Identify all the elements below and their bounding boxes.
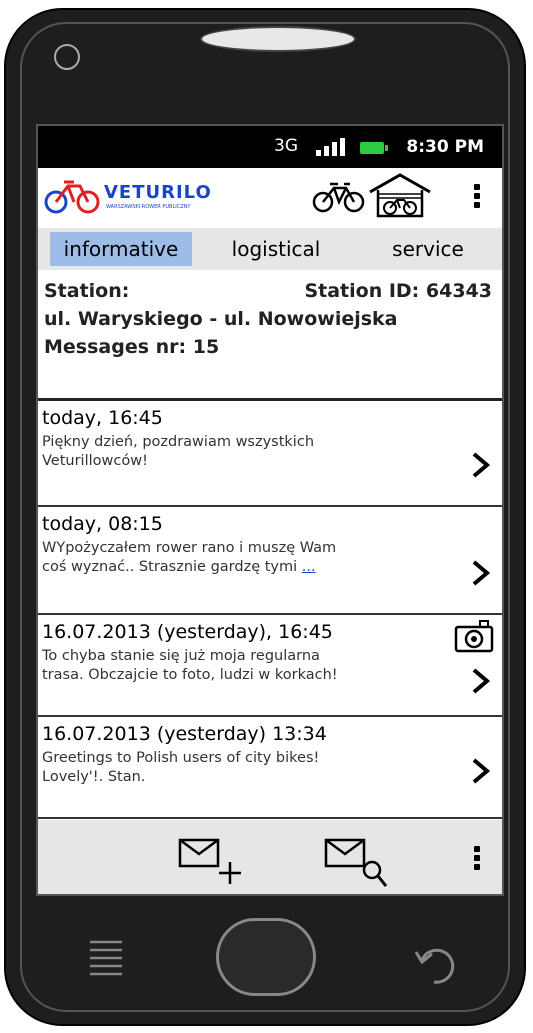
station-header: Station: Station ID: 64343 ul. Waryskieg… — [38, 270, 502, 401]
message-item[interactable]: today, 16:45 Piękny dzień, pozdrawiam ws… — [38, 401, 502, 507]
message-text: To chyba stanie się już moja regularna tr… — [42, 648, 338, 683]
tab-informative[interactable]: informative — [50, 232, 192, 266]
station-id: Station ID: 64343 — [304, 280, 492, 302]
chevron-right-icon[interactable] — [470, 559, 492, 587]
new-message-icon[interactable] — [178, 838, 258, 886]
message-date: 16.07.2013 (yesterday), 16:45 — [42, 621, 333, 643]
message-date: today, 08:15 — [42, 513, 163, 535]
message-date: today, 16:45 — [42, 407, 163, 429]
logo-bike-icon — [44, 180, 100, 214]
earpiece-speaker — [200, 26, 356, 52]
signal-icon — [316, 138, 345, 156]
message-text: Piękny dzień, pozdrawiam wszystkich Vetur… — [42, 434, 315, 469]
overflow-menu-icon[interactable] — [474, 846, 480, 873]
home-button[interactable] — [216, 918, 316, 996]
tab-bar: informative logistical service — [38, 228, 502, 270]
bottom-action-bar — [38, 820, 502, 894]
app-screen: 3G 8:30 PM VETURILO WARSZAWSKI ROWER PUB… — [36, 124, 504, 896]
status-bar: 3G 8:30 PM — [38, 126, 502, 168]
message-item[interactable]: today, 08:15 WYpożyczałem rower rano i m… — [38, 507, 502, 615]
chevron-right-icon[interactable] — [470, 451, 492, 479]
bike-icon[interactable] — [312, 180, 366, 214]
message-item[interactable]: 16.07.2013 (yesterday) 13:34 Greetings t… — [38, 717, 502, 819]
message-text: WYpożyczałem rower rano i muszę Wam coś … — [42, 540, 337, 575]
menu-key-icon[interactable] — [88, 938, 124, 982]
logo-subtext: WARSZAWSKI ROWER PUBLICZNY — [106, 204, 191, 210]
chevron-right-icon[interactable] — [470, 667, 492, 695]
message-item[interactable]: 16.07.2013 (yesterday), 16:45 To chyba s… — [38, 615, 502, 717]
chevron-right-icon[interactable] — [470, 757, 492, 785]
read-more-link[interactable]: ... — [302, 559, 316, 575]
back-key-icon[interactable] — [412, 940, 462, 990]
network-type: 3G — [274, 136, 298, 156]
search-messages-icon[interactable] — [324, 838, 404, 890]
messages-count: Messages nr: 15 — [44, 336, 220, 358]
garage-icon[interactable] — [368, 172, 432, 218]
station-label: Station: — [44, 280, 130, 302]
clock: 8:30 PM — [406, 137, 484, 157]
overflow-menu-icon[interactable] — [474, 184, 480, 211]
message-date: 16.07.2013 (yesterday) 13:34 — [42, 723, 327, 745]
station-street: ul. Waryskiego - ul. Nowowiejska — [44, 308, 398, 330]
battery-icon — [360, 142, 388, 154]
tab-service[interactable]: service — [378, 232, 478, 266]
app-bar: VETURILO WARSZAWSKI ROWER PUBLICZNY — [38, 168, 502, 228]
tab-logistical[interactable]: logistical — [216, 232, 336, 266]
logo-text: VETURILO — [104, 182, 212, 203]
message-text: Greetings to Polish users of city bikes!… — [42, 750, 320, 785]
front-camera — [54, 44, 80, 70]
camera-icon[interactable] — [454, 619, 494, 653]
